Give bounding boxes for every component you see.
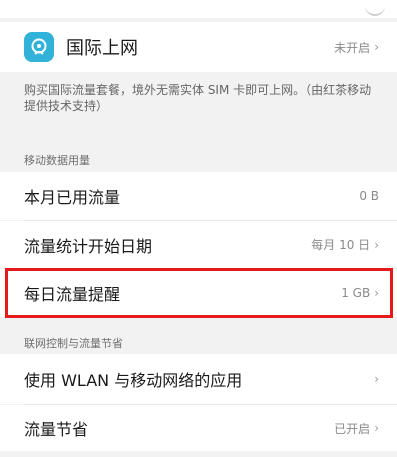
intl-roaming-description: 购买国际流量套餐，境外无需实体 SIM 卡即可上网。（由红茶移动提供技术支持） <box>24 83 372 113</box>
top-strip <box>0 0 397 18</box>
stats-start-date-row[interactable]: 流量统计开始日期 每月 10 日 › <box>0 221 397 268</box>
intl-roaming-status-text: 未开启 <box>334 40 371 55</box>
chevron-right-icon: › <box>374 286 379 300</box>
intl-roaming-row[interactable]: 国际上网 未开启 › <box>0 22 397 72</box>
control-edge <box>365 2 385 16</box>
data-saver-value-text: 已开启 <box>334 421 371 436</box>
wlan-apps-label: 使用 WLAN 与移动网络的应用 <box>24 371 243 390</box>
stats-start-date-value: 每月 10 日 › <box>311 236 379 253</box>
chevron-right-icon: › <box>374 40 379 54</box>
section-network-control: 联网控制与流量节省 <box>24 337 123 350</box>
chevron-right-icon: › <box>374 372 379 386</box>
chevron-right-icon: › <box>374 421 379 435</box>
daily-reminder-label: 每日流量提醒 <box>24 285 121 304</box>
data-saver-row[interactable]: 流量节省 已开启 › <box>0 405 397 451</box>
used-this-month-row[interactable]: 本月已用流量 0 B <box>0 172 397 220</box>
daily-reminder-row[interactable]: 每日流量提醒 1 GB › <box>0 269 397 317</box>
wlan-apps-row[interactable]: 使用 WLAN 与移动网络的应用 › <box>0 354 397 404</box>
intl-roaming-app-icon <box>24 32 54 62</box>
stats-start-date-label: 流量统计开始日期 <box>24 236 153 256</box>
intl-roaming-title: 国际上网 <box>66 38 138 59</box>
intl-roaming-status: 未开启 › <box>334 39 379 56</box>
used-this-month-label: 本月已用流量 <box>24 188 121 207</box>
daily-reminder-value-text: 1 GB <box>341 286 371 300</box>
wlan-apps-value: › <box>370 372 379 386</box>
stats-start-date-value-text: 每月 10 日 <box>311 238 371 252</box>
used-this-month-value: 0 B <box>359 189 379 203</box>
section-mobile-data: 移动数据用量 <box>24 154 90 167</box>
used-this-month-value-text: 0 B <box>359 189 379 203</box>
chevron-right-icon: › <box>374 237 379 252</box>
daily-reminder-value: 1 GB › <box>341 286 379 300</box>
data-saver-label: 流量节省 <box>24 420 89 439</box>
data-saver-value: 已开启 › <box>334 420 379 437</box>
